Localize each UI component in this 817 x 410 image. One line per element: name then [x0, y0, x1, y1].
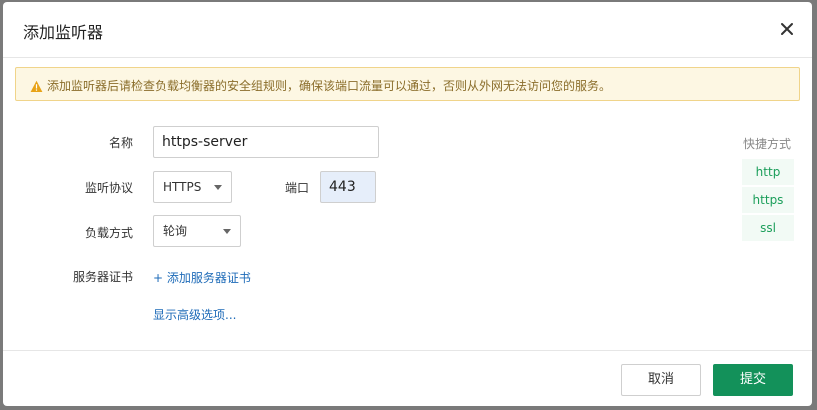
- shortcut-ssl[interactable]: ssl: [742, 215, 794, 241]
- shortcuts-title: 快捷方式: [743, 137, 792, 151]
- cancel-button[interactable]: 取消: [621, 364, 701, 396]
- name-label: 名称: [108, 136, 133, 150]
- chevron-down-icon: [223, 229, 231, 234]
- add-listener-dialog: 添加监听器 添加监听器后请检查负载均衡器的安全组规则，确保该端口流量可以通过，否…: [3, 2, 812, 406]
- close-icon[interactable]: [778, 20, 796, 38]
- warning-text: 添加监听器后请检查负载均衡器的安全组规则，确保该端口流量可以通过，否则从外网无法…: [47, 79, 612, 93]
- advanced-options-link[interactable]: 显示高级选项...: [153, 306, 236, 323]
- warning-banner: 添加监听器后请检查负载均衡器的安全组规则，确保该端口流量可以通过，否则从外网无法…: [15, 67, 800, 101]
- submit-button[interactable]: 提交: [713, 364, 793, 396]
- balance-select[interactable]: 轮询: [153, 215, 241, 247]
- dialog-footer: 取消 提交: [3, 350, 812, 406]
- balance-label: 负载方式: [84, 226, 133, 240]
- cert-label: 服务器证书: [72, 270, 133, 284]
- dialog-header: 添加监听器: [3, 2, 812, 58]
- protocol-select-value: HTTPS: [163, 180, 202, 194]
- name-input[interactable]: https-server: [153, 126, 379, 158]
- port-input[interactable]: 443: [320, 171, 376, 203]
- shortcut-http[interactable]: http: [742, 159, 794, 185]
- dialog-title: 添加监听器: [23, 23, 104, 42]
- port-label: 端口: [284, 181, 309, 195]
- warning-icon: [30, 78, 43, 92]
- shortcut-https[interactable]: https: [742, 187, 794, 213]
- protocol-label: 监听协议: [84, 181, 133, 195]
- balance-select-value: 轮询: [163, 224, 188, 238]
- add-cert-link[interactable]: + 添加服务器证书: [153, 269, 251, 286]
